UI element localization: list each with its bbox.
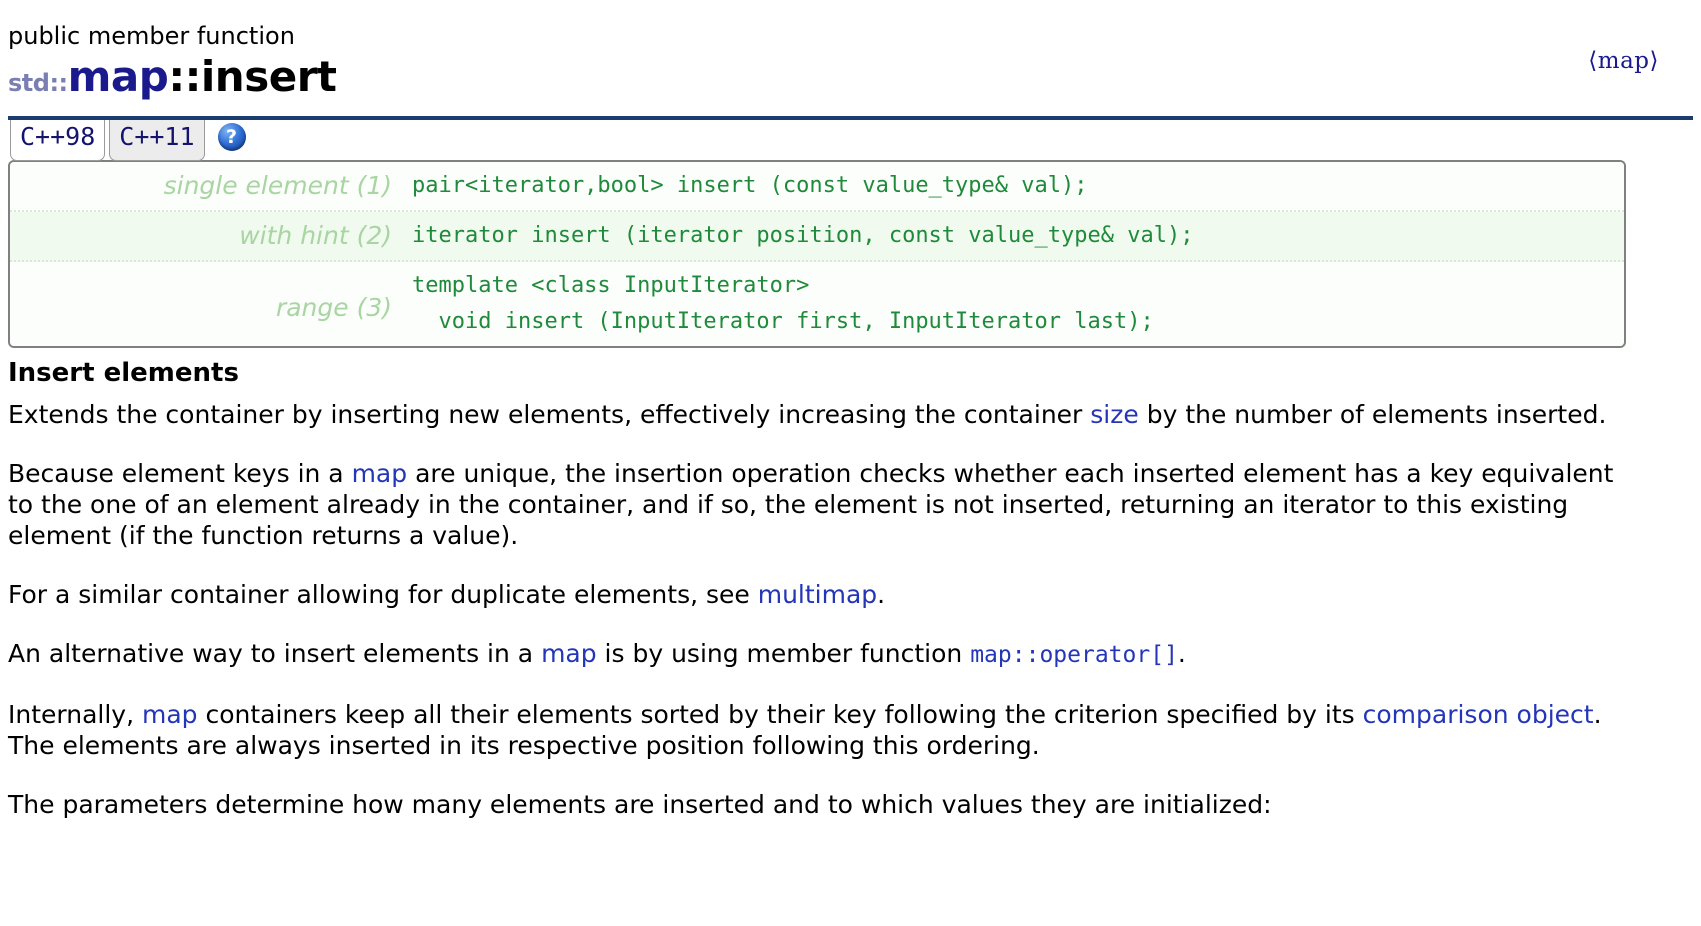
signature-code: iterator insert (iterator position, cons… xyxy=(412,223,1194,248)
signature-row: with hint (2) iterator insert (iterator … xyxy=(10,212,1624,262)
section-heading: Insert elements xyxy=(8,358,239,388)
paragraph-5: Internally, map containers keep all thei… xyxy=(8,699,1638,761)
include-header-link[interactable]: ⟨map⟩ xyxy=(1588,48,1659,74)
p3-text-b: . xyxy=(877,580,886,609)
page-header: public member function std::map::insert … xyxy=(8,0,1693,106)
p1-text-a: Extends the container by inserting new e… xyxy=(8,400,1091,429)
signature-box: single element (1) pair<iterator,bool> i… xyxy=(8,160,1626,348)
paragraph-3: For a similar container allowing for dup… xyxy=(8,579,1638,610)
p4-text-a: An alternative way to insert elements in… xyxy=(8,639,542,668)
link-map-operator-subscript[interactable]: map::operator[] xyxy=(970,642,1178,668)
p4-text-c: . xyxy=(1177,639,1186,668)
signature-label: single element (1) xyxy=(163,171,392,200)
signature-label: range (3) xyxy=(275,293,392,322)
help-icon[interactable]: ? xyxy=(217,123,246,151)
tab-cpp98[interactable]: C++98 xyxy=(10,120,106,161)
title-function: insert xyxy=(200,52,337,101)
p4-text-b: is by using member function xyxy=(596,639,971,668)
signature-code: pair<iterator,bool> insert (const value_… xyxy=(412,173,1088,198)
standard-version-tabs: C++98 C++11 ? xyxy=(8,120,1693,162)
signature-row: single element (1) pair<iterator,bool> i… xyxy=(10,162,1624,212)
title-namespace: std:: xyxy=(8,69,68,97)
paragraph-1: Extends the container by inserting new e… xyxy=(8,399,1638,430)
link-map[interactable]: map xyxy=(352,459,408,488)
title-separator: :: xyxy=(168,52,201,101)
paragraph-2: Because element keys in a map are unique… xyxy=(8,458,1638,551)
p5-text-a: Internally, xyxy=(8,700,142,729)
tab-cpp11[interactable]: C++11 xyxy=(109,120,205,161)
paragraph-4: An alternative way to insert elements in… xyxy=(8,638,1638,671)
link-multimap[interactable]: multimap xyxy=(758,580,877,609)
link-size[interactable]: size xyxy=(1090,400,1138,429)
documentation-page: public member function std::map::insert … xyxy=(0,0,1701,926)
signature-label: with hint (2) xyxy=(239,221,392,250)
function-kind-label: public member function xyxy=(8,22,295,50)
title-class: map xyxy=(67,52,169,101)
link-map[interactable]: map xyxy=(142,700,198,729)
p2-text-a: Because element keys in a xyxy=(8,459,352,488)
page-title: std::map::insert xyxy=(8,54,1693,106)
p5-text-b: containers keep all their elements sorte… xyxy=(197,700,1363,729)
paragraph-6: The parameters determine how many elemen… xyxy=(8,790,1272,819)
link-map[interactable]: map xyxy=(541,639,597,668)
p3-text-a: For a similar container allowing for dup… xyxy=(8,580,758,609)
p1-text-b: by the number of elements inserted. xyxy=(1138,400,1607,429)
signature-code: template <class InputIterator> void inse… xyxy=(412,273,1154,334)
link-comparison-object[interactable]: comparison object xyxy=(1363,700,1594,729)
signature-row: range (3) template <class InputIterator>… xyxy=(10,262,1624,346)
